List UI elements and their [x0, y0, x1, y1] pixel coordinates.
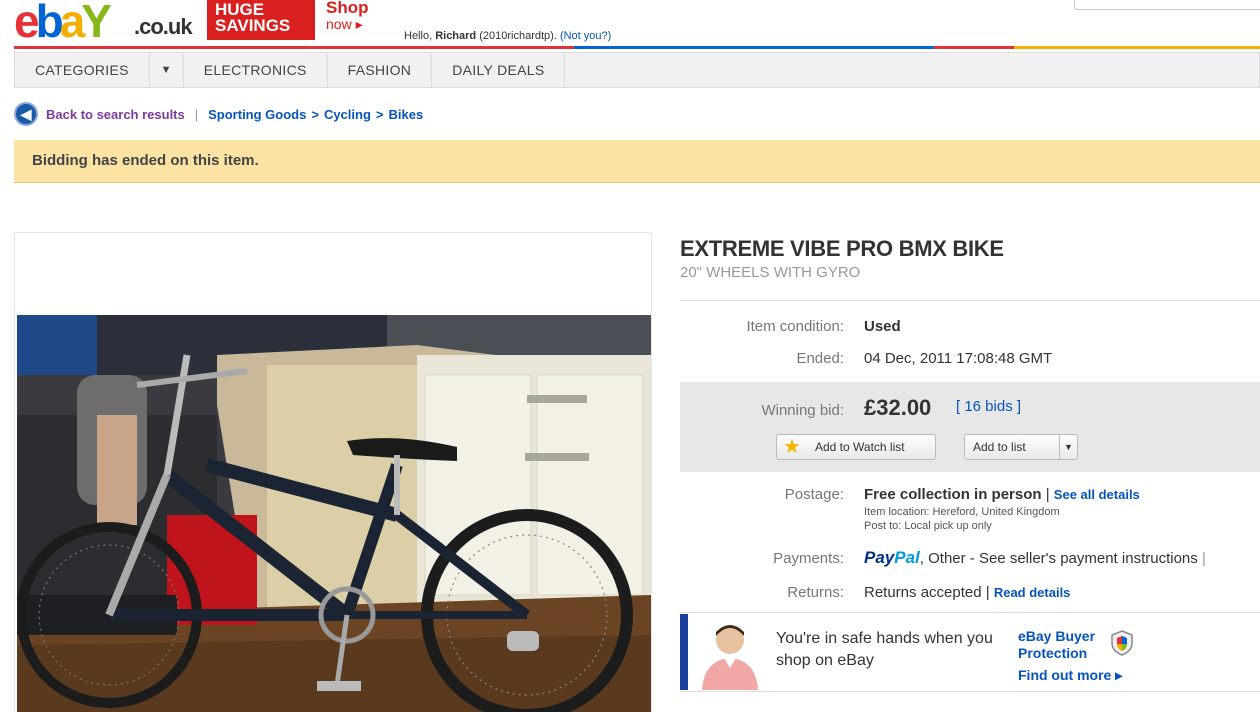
- ebay-logo[interactable]: ebaY: [14, 0, 112, 44]
- item-photo[interactable]: [17, 315, 651, 712]
- returns-label: Returns:: [787, 584, 844, 601]
- back-to-search-link[interactable]: Back to search results: [46, 107, 185, 122]
- username: (2010richardtp).: [479, 30, 557, 42]
- bid-count-link[interactable]: [ 16 bids ]: [956, 398, 1021, 415]
- protection-accent-bar: [680, 614, 688, 690]
- condition-value: Used: [864, 318, 901, 335]
- user-name: Richard: [435, 30, 477, 42]
- postage-value-row: Free collection in person | See all deta…: [864, 486, 1140, 503]
- shop-now-link[interactable]: Shop now ▸: [326, 0, 369, 32]
- bidding-ended-notice: Bidding has ended on this item.: [14, 140, 1260, 183]
- returns-value-row: Returns accepted | Read details: [864, 584, 1071, 601]
- promo-banner[interactable]: HUGE SAVINGS: [207, 0, 315, 40]
- chevron-down-icon[interactable]: ▼: [150, 53, 184, 87]
- ended-label: Ended:: [796, 350, 844, 367]
- breadcrumb-sporting-goods[interactable]: Sporting Goods: [208, 107, 306, 122]
- payments-label: Payments:: [773, 550, 844, 567]
- chevron-down-icon[interactable]: ▼: [1059, 435, 1077, 459]
- ebay-buyer-protection-link[interactable]: eBay Buyer Protection: [1018, 628, 1095, 662]
- winning-bid-label: Winning bid:: [761, 402, 844, 419]
- item-image-panel: [14, 232, 652, 712]
- see-all-details-link[interactable]: See all details: [1054, 487, 1140, 502]
- breadcrumb-cycling[interactable]: Cycling: [324, 107, 371, 122]
- winning-price: £32.00: [864, 395, 932, 420]
- postage-value: Free collection in person: [864, 486, 1042, 503]
- read-details-link[interactable]: Read details: [994, 585, 1071, 600]
- find-out-more-link[interactable]: Find out more ▸: [1018, 667, 1122, 684]
- payments-value: , Other - See seller's payment instructi…: [919, 550, 1198, 567]
- paypal-logo: PayPal: [864, 548, 920, 567]
- search-input[interactable]: [1074, 0, 1260, 10]
- payments-value-row: PayPal, Other - See seller's payment ins…: [864, 548, 1206, 567]
- nav-daily-deals[interactable]: Daily Deals: [432, 53, 566, 87]
- nav-electronics[interactable]: Electronics: [184, 53, 328, 87]
- divider: [680, 300, 1260, 301]
- not-you-link[interactable]: (Not you?): [560, 30, 611, 42]
- add-to-watch-list-button[interactable]: ★ Add to Watch list: [776, 434, 936, 460]
- nav-categories[interactable]: Categories: [15, 53, 150, 87]
- ended-value: 04 Dec, 2011 17:08:48 GMT: [864, 350, 1053, 367]
- item-title: EXTREME VIBE PRO BMX BIKE: [680, 236, 1004, 261]
- breadcrumb: ◀ Back to search results | Sporting Good…: [14, 102, 423, 126]
- breadcrumb-bikes[interactable]: Bikes: [389, 107, 424, 122]
- shield-icon: [1110, 630, 1134, 656]
- safe-hands-text: You're in safe hands when you shop on eB…: [776, 630, 993, 669]
- add-to-list-button[interactable]: Add to list ▼: [964, 434, 1078, 460]
- logo-domain: .co.uk: [134, 14, 193, 39]
- returns-value: Returns accepted: [864, 584, 982, 601]
- condition-label: Item condition:: [746, 318, 844, 335]
- post-to: Post to: Local pick up only: [864, 520, 992, 532]
- star-icon: ★: [783, 436, 801, 458]
- item-subtitle: 20" WHEELS WITH GYRO: [680, 264, 861, 281]
- support-agent-image: [696, 618, 764, 690]
- nav-fashion[interactable]: Fashion: [328, 53, 433, 87]
- back-arrow-icon[interactable]: ◀: [14, 102, 38, 126]
- item-location: Item location: Hereford, United Kingdom: [864, 506, 1060, 518]
- postage-label: Postage:: [784, 486, 844, 503]
- user-greeting: Hello, Richard (2010richardtp). (Not you…: [404, 30, 612, 42]
- header-color-bar: [14, 46, 1260, 49]
- site-header: ebaY .co.uk HUGE SAVINGS Shop now ▸ Hell…: [0, 0, 1260, 49]
- category-nav: Categories ▼ Electronics Fashion Daily D…: [14, 52, 1260, 88]
